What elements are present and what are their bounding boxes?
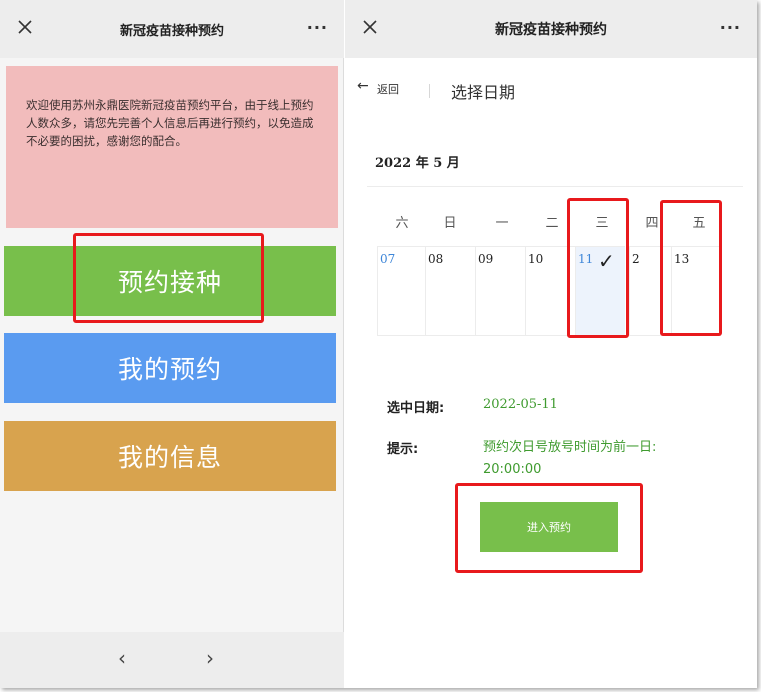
my-appointments-button[interactable]: 我的预约 [4,333,336,403]
more-menu-icon[interactable]: ··· [720,18,741,37]
highlight-box-wednesday [567,198,629,338]
home-screen: 新冠疫苗接种预约 ··· 欢迎使用苏州永鼎医院新冠疫苗预约平台，由于线上预约人数… [0,0,344,688]
left-page-title: 新冠疫苗接种预约 [119,23,224,39]
nav-divider [429,84,430,98]
my-info-button[interactable]: 我的信息 [4,421,336,491]
hint-text: 预约次日号放号时间为前一日: 20:00:00 [483,440,657,477]
right-title-bar: 新冠疫苗接种预约 ··· [345,0,757,58]
selected-date-value: 2022-05-11 [483,397,558,412]
month-divider [367,186,743,187]
sub-nav: ← 返回 选择日期 [345,78,757,104]
back-nav-icon[interactable]: ‹ [118,646,126,670]
month-label: 2022 年 5 月 [375,156,460,171]
date-cell[interactable]: 09 [475,246,525,336]
date-number: 2 [632,252,640,266]
hint-label: 提示: [387,442,419,457]
screenshot-frame: 新冠疫苗接种预约 ··· 欢迎使用苏州永鼎医院新冠疫苗预约平台，由于线上预约人数… [0,0,757,688]
date-number: 09 [478,252,494,266]
browser-nav-bar: ‹ › [0,632,344,688]
highlight-box-enter [455,483,643,573]
date-number: 08 [428,252,444,266]
date-cell[interactable]: 08 [425,246,475,336]
date-number: 07 [380,252,396,266]
page-title: 选择日期 [451,83,516,102]
back-link[interactable]: 返回 [377,81,399,97]
highlight-box-friday [660,200,722,336]
welcome-notice: 欢迎使用苏州永鼎医院新冠疫苗预约平台，由于线上预约人数众多，请您先完善个人信息后… [6,66,338,228]
date-cell[interactable]: 07 [377,246,427,336]
date-number: 10 [528,252,544,266]
more-menu-icon[interactable]: ··· [307,18,328,37]
weekday-sun: 日 [443,216,457,231]
forward-nav-icon[interactable]: › [206,646,214,670]
weekday-mon: 一 [495,216,509,231]
selected-date-label: 选中日期: [387,401,445,416]
weekday-sat: 六 [395,216,409,231]
right-page-header: 新冠疫苗接种预约 [495,22,607,38]
left-title-bar: 新冠疫苗接种预约 ··· [0,0,344,58]
back-arrow-icon[interactable]: ← [357,78,369,94]
highlight-box-book [73,233,264,323]
date-select-screen: 新冠疫苗接种预约 ··· ← 返回 选择日期 2022 年 5 月 六 日 一 … [345,0,757,688]
